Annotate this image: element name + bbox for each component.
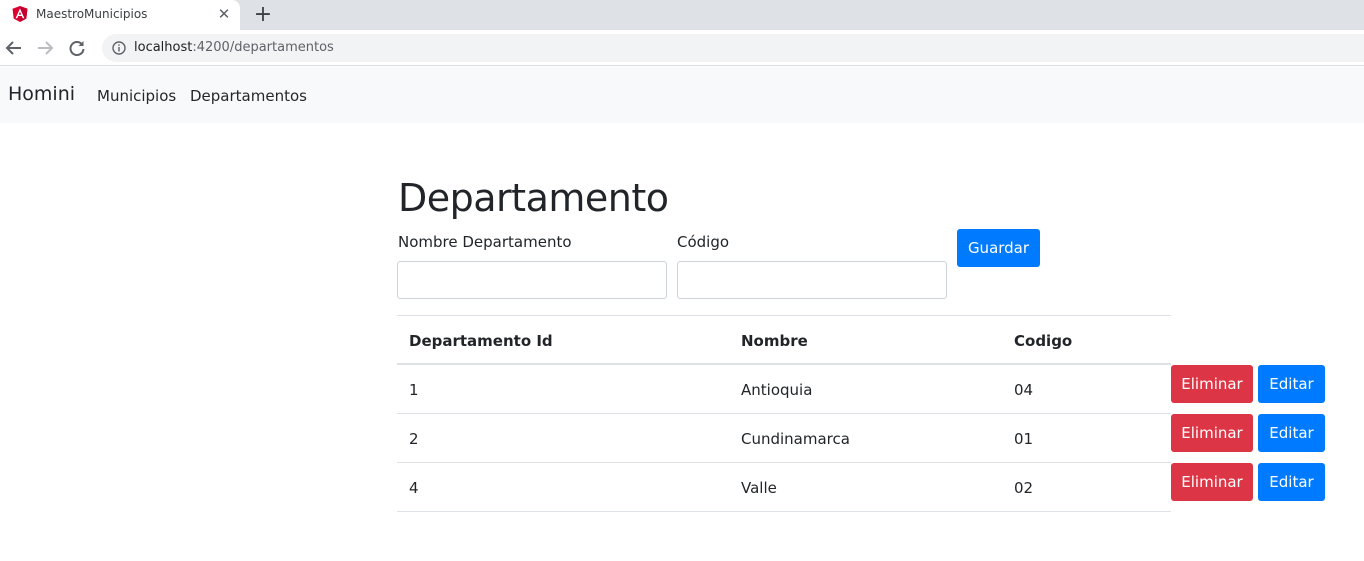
tab-title: MaestroMunicipios: [36, 7, 148, 21]
forward-arrow-icon[interactable]: [34, 37, 56, 59]
cell-id: 1: [409, 381, 419, 399]
browser-tabstrip: MaestroMunicipios ✕ +: [0, 0, 1364, 30]
cell-id: 2: [409, 430, 419, 448]
codigo-input[interactable]: [677, 261, 947, 299]
codigo-label: Código: [677, 233, 730, 251]
cell-codigo: 04: [1014, 381, 1034, 399]
app-navbar: Homini Municipios Departamentos: [0, 67, 1364, 123]
url-text: localhost:4200/departamentos: [134, 40, 334, 55]
table-row: 1 Antioquia 04: [397, 365, 1171, 414]
editar-button[interactable]: Editar: [1258, 463, 1325, 501]
cell-nombre: Antioquia: [741, 381, 813, 399]
nav-link-municipios[interactable]: Municipios: [97, 87, 176, 105]
cell-id: 4: [409, 479, 419, 497]
table-row: 2 Cundinamarca 01: [397, 414, 1171, 463]
nombre-departamento-input[interactable]: [397, 261, 667, 299]
browser-toolbar: localhost:4200/departamentos: [0, 30, 1364, 66]
nombre-departamento-label: Nombre Departamento: [398, 233, 572, 251]
eliminar-button[interactable]: Eliminar: [1171, 414, 1253, 452]
url-host: localhost: [134, 40, 193, 55]
url-path: :4200/departamentos: [192, 40, 334, 55]
page-title: Departamento: [398, 176, 669, 220]
cell-codigo: 02: [1014, 479, 1034, 497]
angular-logo-icon: [12, 6, 28, 22]
reload-icon[interactable]: [66, 37, 88, 59]
header-codigo: Codigo: [1014, 332, 1073, 350]
departamentos-table: Departamento Id Nombre Codigo 1 Antioqui…: [397, 315, 1171, 512]
cell-nombre: Valle: [741, 479, 777, 497]
editar-button[interactable]: Editar: [1258, 414, 1325, 452]
editar-button[interactable]: Editar: [1258, 365, 1325, 403]
eliminar-button[interactable]: Eliminar: [1171, 365, 1253, 403]
table-row: 4 Valle 02: [397, 463, 1171, 512]
guardar-button[interactable]: Guardar: [957, 229, 1040, 267]
nav-link-departamentos[interactable]: Departamentos: [190, 87, 307, 105]
navbar-brand[interactable]: Homini: [8, 83, 75, 105]
table-header: Departamento Id Nombre Codigo: [397, 315, 1171, 365]
cell-codigo: 01: [1014, 430, 1034, 448]
address-bar[interactable]: localhost:4200/departamentos: [102, 34, 1364, 62]
browser-tab[interactable]: MaestroMunicipios ✕: [0, 0, 240, 30]
eliminar-button[interactable]: Eliminar: [1171, 463, 1253, 501]
info-icon[interactable]: [112, 41, 126, 55]
header-nombre: Nombre: [741, 332, 808, 350]
close-icon[interactable]: ✕: [216, 6, 232, 22]
header-departamento-id: Departamento Id: [409, 332, 553, 350]
new-tab-plus-icon[interactable]: +: [252, 4, 274, 26]
cell-nombre: Cundinamarca: [741, 430, 850, 448]
back-arrow-icon[interactable]: [3, 37, 25, 59]
